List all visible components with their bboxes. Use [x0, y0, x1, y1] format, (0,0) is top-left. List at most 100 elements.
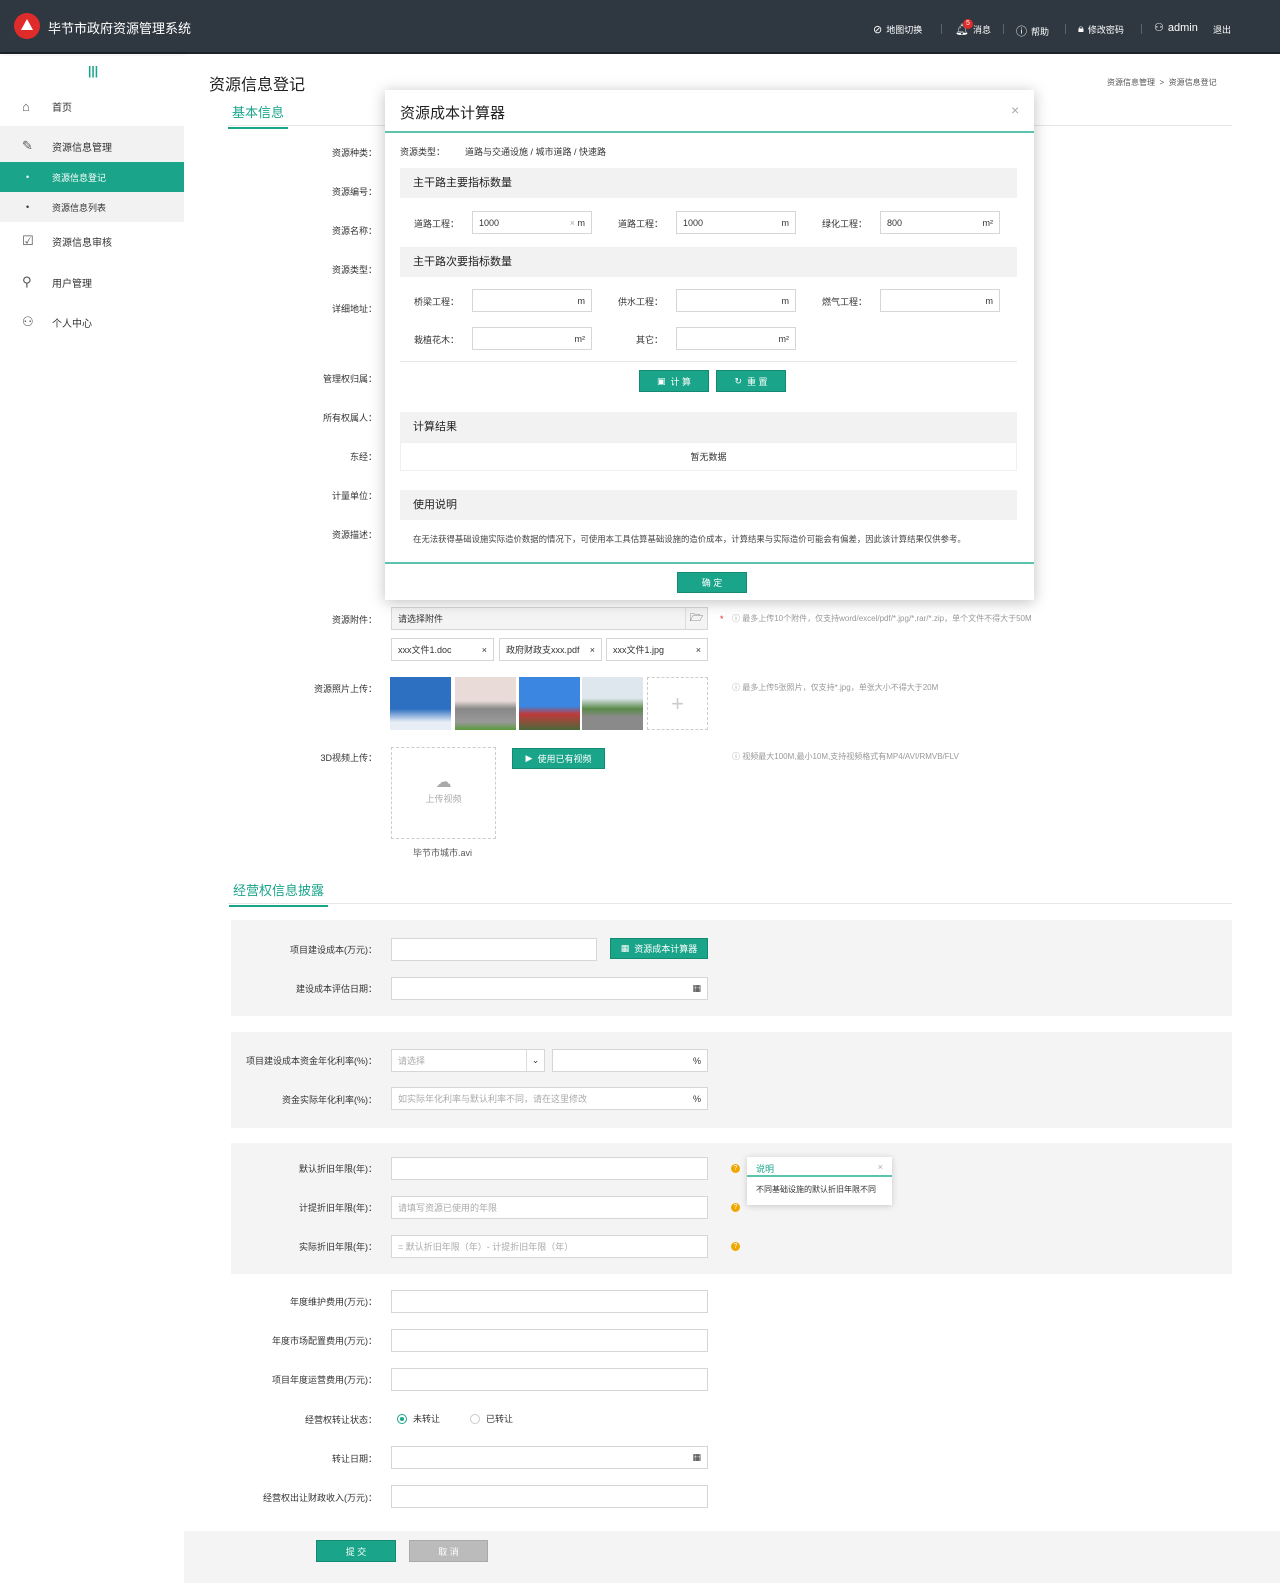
use-existing-video-button[interactable]: ▶ 使用已有视频 — [512, 748, 605, 769]
attachment-input[interactable]: 请选择附件 🗁 — [391, 607, 708, 630]
file-chip[interactable]: xxx文件1.doc × — [391, 638, 494, 661]
sidebar-subitem-list[interactable]: • 资源信息列表 — [0, 192, 184, 222]
sidebar-item-audit[interactable]: ☑ 资源信息审核 — [0, 221, 184, 261]
road-input-2[interactable]: 1000 m — [676, 211, 796, 234]
label: 资源信息列表 — [52, 202, 107, 213]
remove-icon[interactable]: × — [590, 645, 595, 655]
rate-select[interactable]: 请选择 ⌄ — [391, 1049, 545, 1072]
submit-button[interactable]: 提 交 — [316, 1540, 396, 1562]
label: 首页 — [52, 102, 72, 114]
radio-transferred[interactable]: 已转让 — [470, 1412, 513, 1425]
field-label: 燃气工程： — [821, 297, 867, 307]
file-chip[interactable]: 政府财政支xxx.pdf × — [499, 638, 602, 661]
divider — [400, 361, 1017, 362]
change-password-button[interactable]: 🔒︎ 修改密码 — [1078, 23, 1124, 36]
tab-operating-rights[interactable]: 经营权信息披露 — [229, 880, 329, 907]
app-title: 毕节市政府资源管理系统 — [48, 21, 192, 36]
calendar-icon[interactable]: ▦ — [692, 983, 701, 994]
field-label: 项目年度运营费用(万元)： — [272, 1375, 377, 1385]
road-input[interactable]: 1000 × m — [472, 211, 592, 234]
user-menu[interactable]: ⚇ admin — [1154, 21, 1198, 35]
add-photo-button[interactable]: + — [647, 677, 708, 730]
close-icon[interactable]: × — [1011, 102, 1019, 118]
sidebar-item-home[interactable]: ⌂ 首页 — [0, 86, 184, 126]
unit: m² — [574, 333, 586, 344]
usage-header: 使用说明 — [400, 490, 1017, 520]
bullet-icon: • — [26, 172, 30, 182]
bridge-input[interactable]: m — [472, 289, 592, 312]
upload-video-box[interactable]: ☁ 上传视频 — [391, 747, 496, 839]
clear-icon[interactable]: × — [570, 218, 575, 228]
messages-button[interactable]: 🔔︎ 消息 — [955, 23, 991, 36]
cancel-button[interactable]: 取 消 — [409, 1540, 488, 1562]
sidebar-item-profile[interactable]: ⚇ 个人中心 — [0, 302, 184, 342]
cost-panel — [231, 920, 1232, 1016]
cost-input[interactable] — [391, 938, 597, 961]
breadcrumb: 资源信息管理 > 资源信息登记 — [1107, 77, 1217, 88]
secondary-indicators-header: 主干路次要指标数量 — [400, 247, 1017, 277]
label: 用户管理 — [52, 278, 92, 290]
planting-input[interactable]: m² — [472, 327, 592, 350]
divider — [1065, 24, 1066, 34]
divider — [941, 24, 942, 34]
map-switch-button[interactable]: ⊘ 地图切换 — [873, 23, 922, 36]
income-input[interactable] — [391, 1485, 708, 1508]
cloud-upload-icon: ☁ — [435, 774, 452, 791]
file-chip[interactable]: xxx文件1.jpg × — [606, 638, 708, 661]
breadcrumb-link[interactable]: 资源信息管理 — [1107, 78, 1155, 87]
photo-tip: ⓘ 最多上传5张照片，仅支持*.jpg，单张大小不得大于20M — [732, 683, 939, 692]
default-depreciation-input[interactable] — [391, 1157, 708, 1180]
divider — [1003, 24, 1004, 34]
field-label: 详细地址： — [331, 304, 377, 314]
calendar-icon[interactable]: ▦ — [692, 1452, 701, 1463]
radio-not-transferred[interactable]: 未转让 — [397, 1412, 440, 1425]
greening-input[interactable]: 800 m² — [880, 211, 1000, 234]
edit-doc-icon: ✎ — [22, 138, 33, 153]
eval-date-input[interactable]: ▦ — [391, 977, 708, 1000]
maintenance-cost-input[interactable] — [391, 1290, 708, 1313]
reset-button[interactable]: ↻ 重 置 — [716, 370, 786, 392]
transfer-date-input[interactable]: ▦ — [391, 1446, 708, 1469]
play-icon: ▶ — [525, 753, 533, 763]
label: 修改密码 — [1087, 25, 1124, 35]
actual-rate-input[interactable]: 如实际年化利率与默认利率不同，请在这里修改% — [391, 1087, 708, 1110]
help-icon[interactable]: ? — [731, 1203, 740, 1212]
confirm-button[interactable]: 确 定 — [677, 572, 747, 593]
remove-icon[interactable]: × — [482, 645, 487, 655]
photo-thumbnail[interactable] — [582, 677, 643, 730]
actual-depreciation-input[interactable]: = 默认折旧年限（年）- 计提折旧年限（年） — [391, 1235, 708, 1258]
photo-thumbnail[interactable] — [390, 677, 451, 730]
operating-cost-input[interactable] — [391, 1368, 708, 1391]
help-button[interactable]: ⓘ 帮助 — [1016, 23, 1049, 39]
close-icon[interactable]: × — [878, 1162, 883, 1172]
sidebar-subitem-register[interactable]: • 资源信息登记 — [0, 162, 184, 192]
home-icon: ⌂ — [22, 98, 30, 114]
water-input[interactable]: m — [676, 289, 796, 312]
remove-icon[interactable]: × — [696, 645, 701, 655]
calculate-button[interactable]: ▣ 计 算 — [639, 370, 709, 392]
help-icon[interactable]: ? — [731, 1164, 740, 1173]
resource-type: 资源类型： 道路与交通设施 / 城市道路 / 快速路 — [400, 145, 606, 158]
attach-tip: ⓘ 最多上传10个附件，仅支持word/excel/pdf/*.jpg/*.ra… — [732, 614, 1032, 623]
other-input[interactable]: m² — [676, 327, 796, 350]
sidebar-item-resource-manage[interactable]: ✎ 资源信息管理 — [0, 126, 184, 166]
rate-input[interactable]: % — [552, 1049, 708, 1072]
placeholder: = 默认折旧年限（年）- 计提折旧年限（年） — [398, 1242, 574, 1252]
tab-basic-info[interactable]: 基本信息 — [228, 102, 289, 129]
label: 资源信息管理 — [52, 142, 112, 154]
photo-thumbnail[interactable] — [519, 677, 580, 730]
cost-calculator-button[interactable]: ▦ 资源成本计算器 — [610, 938, 708, 959]
label: 已转让 — [486, 1414, 514, 1424]
sidebar-item-users[interactable]: ⚲ 用户管理 — [0, 262, 184, 302]
help-icon[interactable]: ? — [731, 1242, 740, 1251]
logout-link[interactable]: 退出 — [1213, 23, 1231, 36]
value: 1000 — [683, 217, 704, 228]
folder-icon[interactable]: 🗁 — [685, 608, 707, 629]
photo-thumbnail[interactable] — [455, 677, 516, 730]
market-cost-input[interactable] — [391, 1329, 708, 1352]
used-depreciation-input[interactable]: 请填写资源已使用的年限 — [391, 1196, 708, 1219]
calculator-icon: ▦ — [620, 943, 630, 953]
menu-toggle-icon[interactable]: ||| — [88, 64, 98, 78]
label: 未转让 — [413, 1414, 441, 1424]
gas-input[interactable]: m — [880, 289, 1000, 312]
